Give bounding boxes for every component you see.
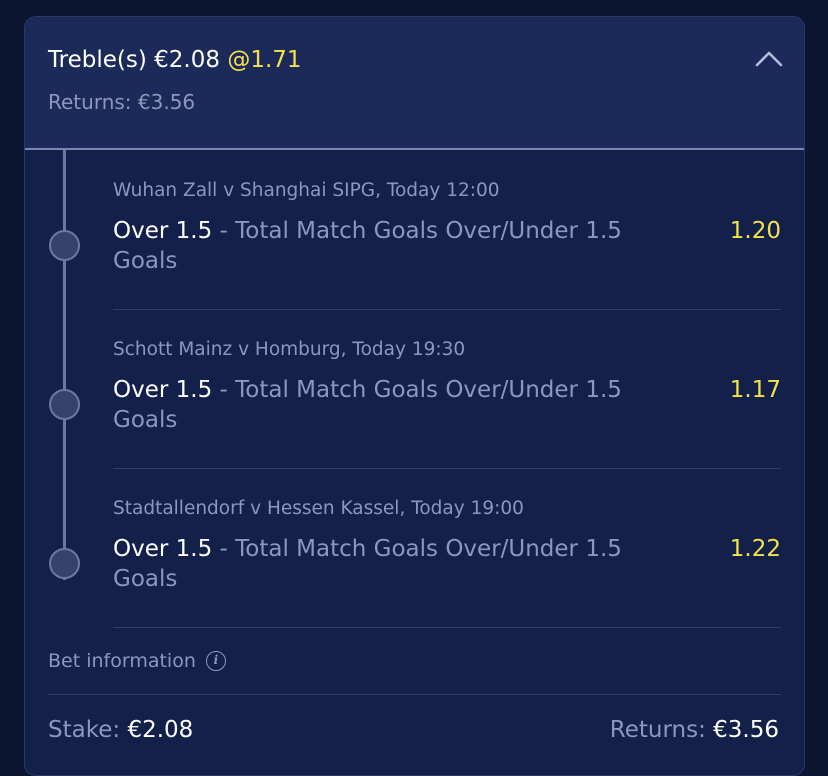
leg-price: 1.17	[729, 377, 781, 403]
bet-amount: €2.08	[154, 47, 221, 73]
bet-information-link[interactable]: Bet information i	[48, 650, 226, 672]
bet-information-label: Bet information	[48, 650, 196, 672]
bet-leg: Stadtallendorf v Hessen Kassel, Today 19…	[113, 468, 781, 628]
leg-divider	[113, 627, 781, 628]
bet-leg: Wuhan Zall v Shanghai SIPG, Today 12:00 …	[113, 150, 781, 310]
bet-title: Treble(s) €2.08 @1.71	[48, 47, 302, 73]
stake-summary: Stake: €2.08	[48, 717, 193, 743]
leg-pick: Over 1.5	[113, 218, 213, 244]
footer-divider	[48, 694, 781, 695]
leg-match: Schott Mainz v Homburg, Today 19:30	[113, 339, 466, 360]
returns-summary: Returns: €3.56	[610, 717, 779, 743]
leg-price: 1.22	[729, 536, 781, 562]
chevron-up-icon[interactable]	[753, 47, 785, 71]
info-icon[interactable]: i	[205, 651, 226, 671]
timeline-line	[63, 150, 66, 580]
stake-label: Stake:	[48, 717, 121, 743]
stake-value: €2.08	[127, 717, 194, 743]
leg-selection: Over 1.5 - Total Match Goals Over/Under …	[113, 216, 673, 276]
leg-selection: Over 1.5 - Total Match Goals Over/Under …	[113, 534, 673, 594]
leg-selection: Over 1.5 - Total Match Goals Over/Under …	[113, 375, 673, 435]
bet-card: Treble(s) €2.08 @1.71 Returns: €3.56 Wuh…	[24, 16, 805, 776]
timeline-dot	[49, 389, 80, 420]
returns-value: €3.56	[713, 717, 779, 743]
leg-separator: -	[212, 377, 236, 403]
leg-pick: Over 1.5	[113, 377, 213, 403]
leg-price: 1.20	[729, 218, 781, 244]
leg-match: Stadtallendorf v Hessen Kassel, Today 19…	[113, 498, 524, 519]
bet-leg: Schott Mainz v Homburg, Today 19:30 Over…	[113, 309, 781, 469]
leg-separator: -	[212, 536, 236, 562]
bet-type: Treble(s)	[48, 47, 147, 73]
leg-separator: -	[212, 218, 236, 244]
bet-header[interactable]: Treble(s) €2.08 @1.71 Returns: €3.56	[25, 17, 804, 150]
leg-match: Wuhan Zall v Shanghai SIPG, Today 12:00	[113, 180, 500, 201]
timeline-dot	[49, 548, 80, 579]
header-returns: Returns: €3.56	[48, 90, 195, 114]
bet-odds: @1.71	[227, 47, 302, 73]
header-returns-value: €3.56	[137, 90, 196, 114]
returns-label: Returns:	[609, 717, 706, 743]
timeline-dot	[49, 230, 80, 261]
leg-pick: Over 1.5	[113, 536, 213, 562]
header-returns-label: Returns:	[48, 90, 132, 114]
